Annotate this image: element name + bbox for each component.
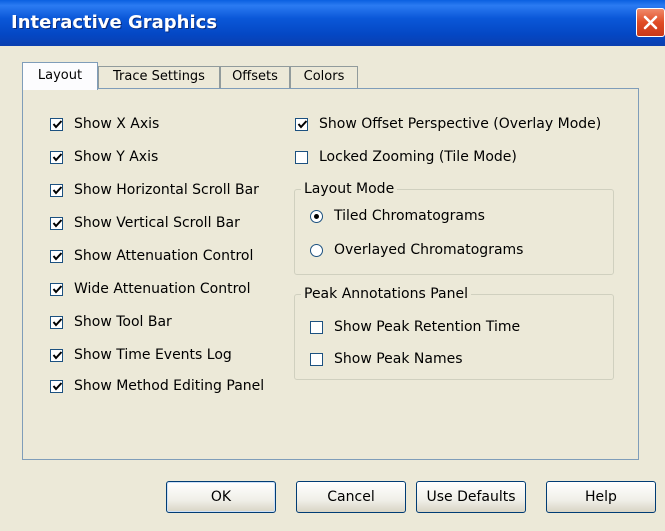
checkmark-icon <box>297 119 308 129</box>
tab-label: Colors <box>303 69 345 84</box>
checkbox[interactable] <box>50 150 63 164</box>
overlayed-chromatograms-option[interactable]: Overlayed Chromatograms <box>310 241 523 259</box>
title-bar[interactable]: Interactive Graphics <box>0 0 665 46</box>
show-tool-bar-option[interactable]: Show Tool Bar <box>50 313 172 331</box>
option-label: Overlayed Chromatograms <box>334 242 524 258</box>
use-defaults-button[interactable]: Use Defaults <box>416 481 526 513</box>
tab-label: Trace Settings <box>113 69 205 84</box>
tab-label: Offsets <box>232 69 278 84</box>
checkbox[interactable] <box>50 216 63 230</box>
show-offset-perspective-option[interactable]: Show Offset Perspective (Overlay Mode) <box>295 115 601 133</box>
checkbox[interactable] <box>50 315 63 329</box>
checkmark-icon <box>52 119 63 129</box>
layout-mode-group: Layout Mode Tiled Chromatograms Overlaye… <box>294 181 614 275</box>
checkmark-icon <box>52 381 63 391</box>
show-vertical-scroll-bar-option[interactable]: Show Vertical Scroll Bar <box>50 214 240 232</box>
show-y-axis-option[interactable]: Show Y Axis <box>50 148 158 166</box>
checkmark-icon <box>52 152 63 162</box>
checkbox[interactable] <box>295 150 308 164</box>
checkbox[interactable] <box>50 282 63 296</box>
dialog-window: Interactive Graphics Layout Trace Settin… <box>0 0 665 531</box>
radio-button[interactable] <box>310 209 323 223</box>
checkmark-icon <box>52 218 63 228</box>
locked-zooming-option[interactable]: Locked Zooming (Tile Mode) <box>295 148 517 166</box>
tab-offsets[interactable]: Offsets <box>220 66 290 88</box>
checkmark-icon <box>52 317 63 327</box>
option-label: Show Y Axis <box>74 149 159 165</box>
ok-button[interactable]: OK <box>166 481 276 513</box>
option-label: Show Peak Names <box>334 351 463 367</box>
tab-colors[interactable]: Colors <box>290 66 358 88</box>
wide-attenuation-control-option[interactable]: Wide Attenuation Control <box>50 280 251 298</box>
show-method-editing-panel-option[interactable]: Show Method Editing Panel <box>50 377 264 395</box>
checkbox[interactable] <box>50 348 63 362</box>
option-label: Show Vertical Scroll Bar <box>74 215 240 231</box>
help-button[interactable]: Help <box>546 481 656 513</box>
checkbox[interactable] <box>50 183 63 197</box>
tab-label: Layout <box>37 68 83 83</box>
checkbox[interactable] <box>50 249 63 263</box>
window-title: Interactive Graphics <box>11 12 218 33</box>
checkmark-icon <box>52 284 63 294</box>
option-label: Show Tool Bar <box>74 314 172 330</box>
show-attenuation-control-option[interactable]: Show Attenuation Control <box>50 247 253 265</box>
group-title: Layout Mode <box>301 181 398 197</box>
show-x-axis-option[interactable]: Show X Axis <box>50 115 159 133</box>
option-label: Show Horizontal Scroll Bar <box>74 182 259 198</box>
tiled-chromatograms-option[interactable]: Tiled Chromatograms <box>310 207 485 225</box>
option-label: Show Offset Perspective (Overlay Mode) <box>319 116 602 132</box>
checkbox[interactable] <box>310 352 323 366</box>
peak-annotations-group: Peak Annotations Panel Show Peak Retenti… <box>294 286 614 380</box>
option-label: Tiled Chromatograms <box>334 208 485 224</box>
option-label: Show Peak Retention Time <box>334 319 521 335</box>
group-title: Peak Annotations Panel <box>301 286 471 302</box>
cancel-button[interactable]: Cancel <box>296 481 406 513</box>
show-horizontal-scroll-bar-option[interactable]: Show Horizontal Scroll Bar <box>50 181 259 199</box>
option-label: Locked Zooming (Tile Mode) <box>319 149 517 165</box>
option-label: Show X Axis <box>74 116 160 132</box>
option-label: Wide Attenuation Control <box>74 281 251 297</box>
checkbox[interactable] <box>295 117 308 131</box>
checkmark-icon <box>52 350 63 360</box>
tab-trace-settings[interactable]: Trace Settings <box>98 66 220 88</box>
checkbox[interactable] <box>50 379 63 393</box>
option-label: Show Attenuation Control <box>74 248 254 264</box>
close-button[interactable] <box>636 8 665 37</box>
checkmark-icon <box>52 251 63 261</box>
radio-button[interactable] <box>310 243 323 257</box>
show-peak-names-option[interactable]: Show Peak Names <box>310 350 463 368</box>
show-time-events-log-option[interactable]: Show Time Events Log <box>50 346 232 364</box>
checkbox[interactable] <box>310 320 323 334</box>
tab-layout[interactable]: Layout <box>22 62 98 90</box>
checkmark-icon <box>52 185 63 195</box>
option-label: Show Time Events Log <box>74 347 232 363</box>
layout-tab-panel: Show X Axis Show Y Axis Show Horizontal … <box>22 88 639 460</box>
show-peak-retention-time-option[interactable]: Show Peak Retention Time <box>310 318 520 336</box>
close-icon <box>643 15 658 30</box>
option-label: Show Method Editing Panel <box>74 378 265 394</box>
checkbox[interactable] <box>50 117 63 131</box>
